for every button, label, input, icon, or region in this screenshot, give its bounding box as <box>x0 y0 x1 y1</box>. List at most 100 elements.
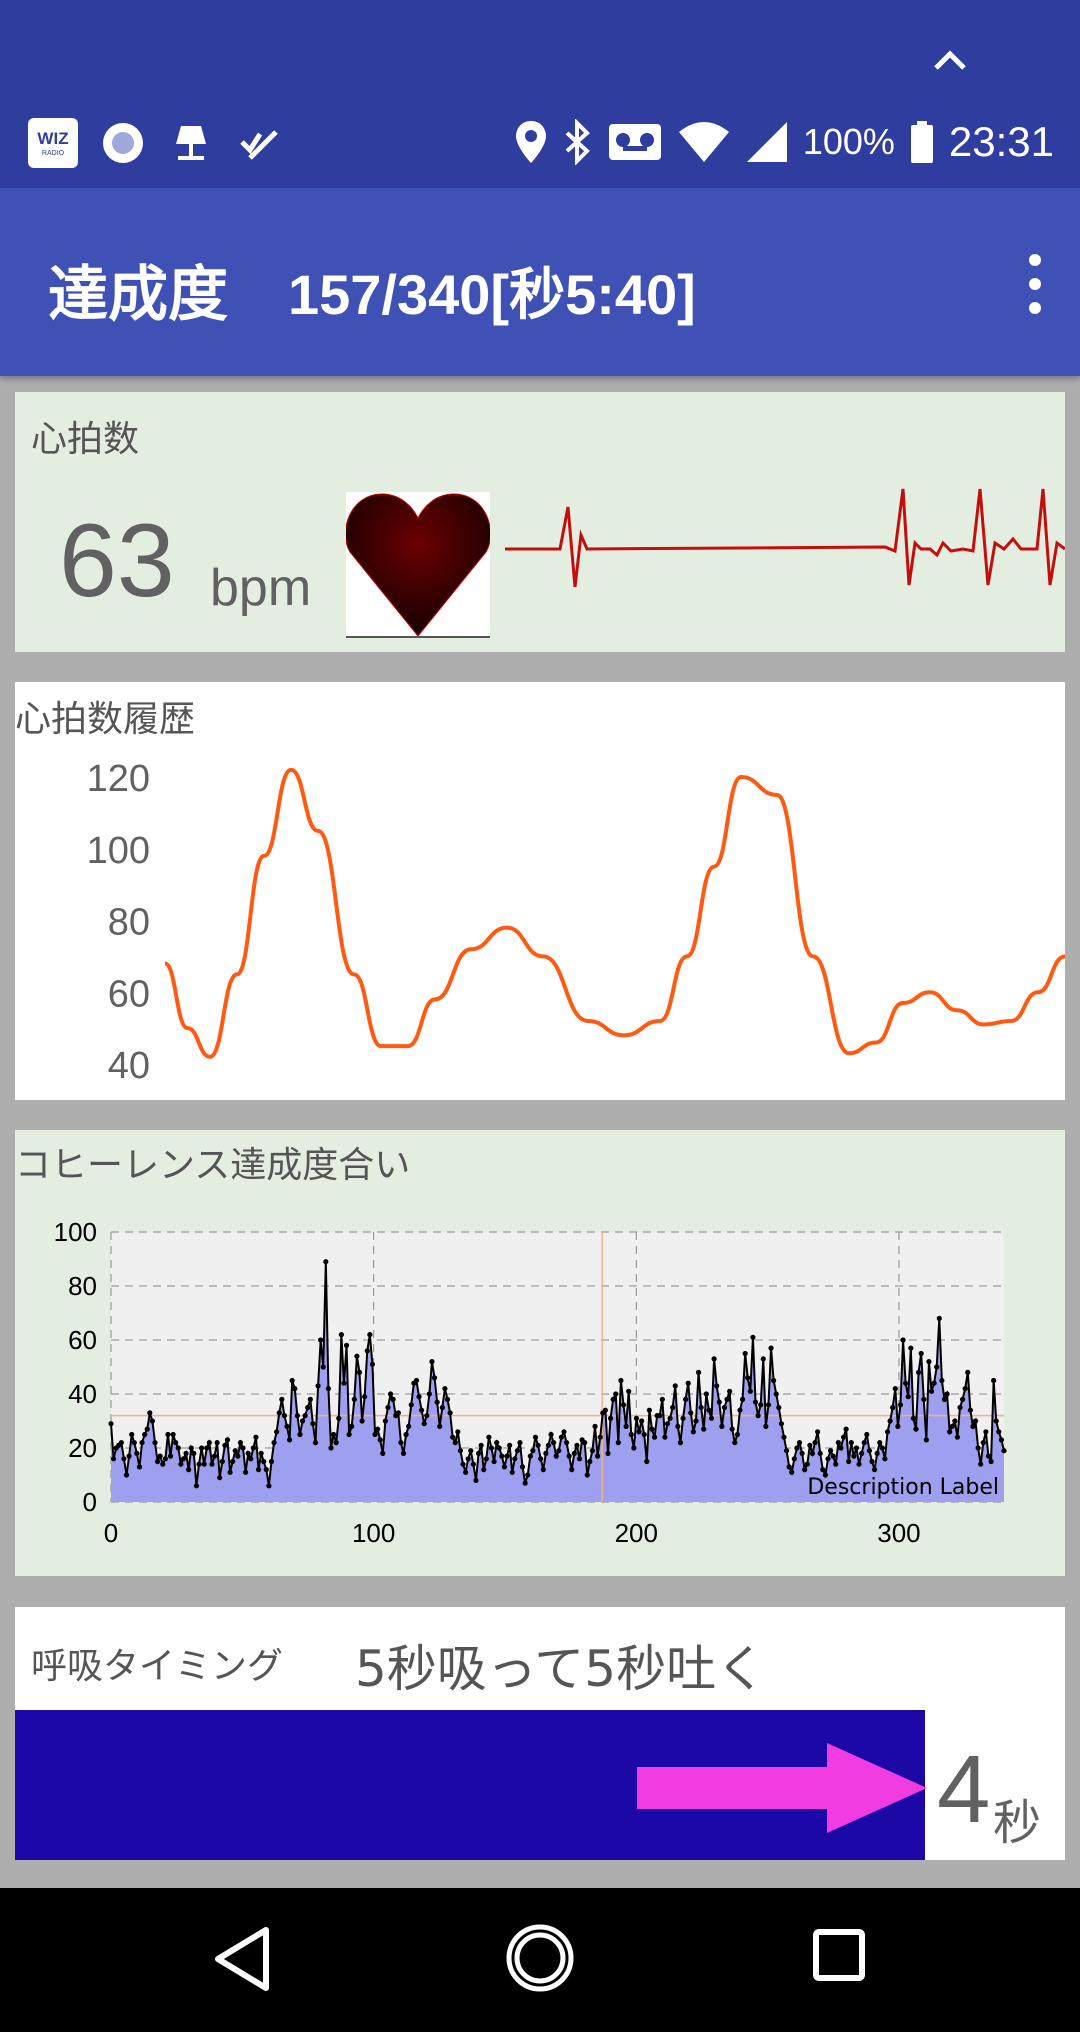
data-point <box>483 1456 489 1462</box>
recents-icon[interactable] <box>812 1928 866 1982</box>
data-point <box>331 1431 337 1438</box>
data-point <box>522 1480 528 1486</box>
data-point <box>615 1440 621 1446</box>
data-point <box>263 1467 269 1473</box>
data-point <box>835 1440 841 1446</box>
data-point <box>887 1418 893 1424</box>
hr-history-card: 心拍数履歴 120 100 80 60 40 <box>15 682 1065 1100</box>
y-tick-label: 20 <box>68 1433 97 1463</box>
data-point <box>219 1458 225 1465</box>
data-point <box>871 1467 878 1473</box>
more-vert-icon[interactable] <box>1020 254 1050 314</box>
data-point <box>820 1467 826 1473</box>
data-point <box>576 1456 583 1462</box>
series-line <box>164 767 1065 1059</box>
breathing-label: 呼吸タイミング <box>31 1646 284 1687</box>
data-point <box>354 1353 360 1359</box>
data-point <box>356 1369 363 1375</box>
data-point <box>188 1445 194 1451</box>
data-point <box>372 1431 378 1438</box>
data-point <box>380 1450 386 1456</box>
location-icon <box>515 121 546 163</box>
data-point <box>167 1453 174 1459</box>
data-point <box>952 1418 958 1424</box>
data-point <box>965 1369 971 1375</box>
data-point <box>884 1429 891 1435</box>
data-point <box>991 1377 997 1384</box>
data-point <box>548 1431 554 1438</box>
y-tick-label: 60 <box>108 973 150 1015</box>
data-point <box>110 1456 117 1462</box>
data-point <box>473 1477 479 1483</box>
data-point <box>843 1426 849 1432</box>
data-point <box>602 1407 608 1413</box>
data-point <box>714 1383 720 1389</box>
data-point <box>571 1450 577 1456</box>
data-point <box>582 1440 588 1446</box>
data-point <box>789 1469 795 1475</box>
data-point <box>794 1445 800 1451</box>
data-point <box>613 1391 619 1397</box>
data-point <box>276 1410 282 1416</box>
data-point <box>359 1418 365 1424</box>
data-point <box>268 1458 275 1465</box>
status-bar: WIZ RADIO 100% 23:31 <box>0 0 1080 188</box>
home-icon[interactable] <box>504 1922 576 1994</box>
data-point <box>444 1396 451 1402</box>
data-point <box>618 1377 624 1384</box>
data-point <box>980 1440 986 1446</box>
data-point <box>419 1407 425 1413</box>
data-point <box>519 1464 526 1470</box>
data-point <box>688 1410 694 1416</box>
data-point <box>504 1453 510 1459</box>
data-point <box>429 1359 435 1365</box>
data-point <box>975 1445 981 1451</box>
data-point <box>882 1456 888 1462</box>
data-point <box>255 1467 262 1473</box>
data-point <box>287 1437 293 1443</box>
bpm-unit: bpm <box>210 559 312 617</box>
back-icon[interactable] <box>210 1924 274 1994</box>
data-point <box>657 1413 663 1419</box>
data-point <box>193 1483 200 1489</box>
data-point <box>900 1337 906 1343</box>
data-point <box>807 1442 813 1448</box>
y-tick-label: 40 <box>68 1379 97 1409</box>
data-point <box>563 1440 570 1446</box>
data-point <box>426 1391 432 1397</box>
chevron-up-icon[interactable] <box>930 40 970 80</box>
y-tick-label: 0 <box>83 1487 97 1517</box>
data-point <box>918 1350 924 1357</box>
heart-rate-card: 心拍数 63 bpm <box>15 392 1065 652</box>
data-point <box>809 1450 816 1456</box>
data-point <box>180 1456 187 1462</box>
data-point <box>672 1383 678 1389</box>
data-point <box>957 1404 963 1411</box>
data-point <box>667 1415 673 1421</box>
data-point <box>633 1415 640 1421</box>
data-point <box>892 1386 898 1392</box>
data-point <box>431 1375 438 1381</box>
data-point <box>913 1426 919 1432</box>
data-point <box>724 1396 730 1402</box>
data-point <box>719 1423 725 1429</box>
data-point <box>175 1445 181 1451</box>
data-point <box>742 1350 748 1357</box>
data-point <box>750 1334 756 1340</box>
data-point <box>123 1472 130 1478</box>
y-tick-label: 100 <box>87 830 150 872</box>
data-point <box>403 1431 409 1438</box>
data-point <box>173 1440 179 1446</box>
data-point <box>729 1426 735 1432</box>
signal-icon <box>746 122 787 162</box>
data-point <box>367 1332 373 1338</box>
data-point <box>341 1380 347 1386</box>
data-point <box>851 1453 857 1459</box>
data-point <box>846 1458 852 1465</box>
data-point <box>320 1364 326 1370</box>
data-point <box>364 1348 370 1354</box>
data-point <box>592 1423 598 1429</box>
data-point <box>890 1404 896 1411</box>
data-point <box>535 1442 541 1448</box>
data-point <box>470 1461 476 1467</box>
